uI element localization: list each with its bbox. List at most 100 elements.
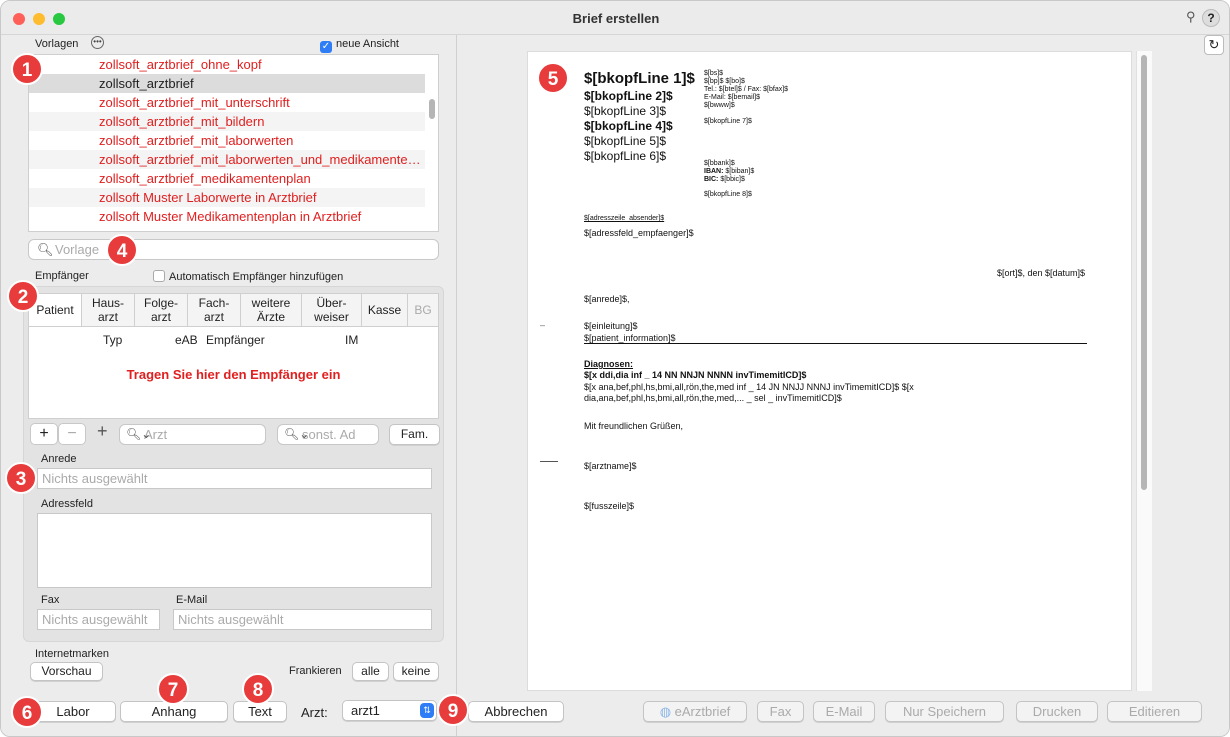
- email-button[interactable]: E-Mail: [813, 701, 875, 722]
- preview-text: $[arztname]$: [584, 461, 637, 471]
- anrede-field[interactable]: Nichts ausgewählt: [37, 468, 432, 489]
- fax-button[interactable]: Fax: [757, 701, 804, 722]
- annotation-badge: 6: [11, 696, 43, 728]
- help-button[interactable]: ?: [1202, 9, 1220, 27]
- preview-text: $[adresszeile_absender]$: [584, 215, 665, 222]
- preview-text: $[bkopfLine 3]$: [584, 104, 667, 118]
- tab-weitere-aerzte[interactable]: weitere Ärzte: [241, 294, 302, 326]
- anrede-label: Anrede: [41, 453, 77, 465]
- preview-text: $[bkopfLine 5]$: [584, 134, 667, 148]
- preview-text: $[bwww]$: [704, 102, 735, 109]
- preview-text: E-Mail: $[bemail]$: [704, 94, 761, 101]
- column-header[interactable]: eAB: [175, 333, 198, 347]
- tab-facharzt[interactable]: Fach- arzt: [188, 294, 241, 326]
- earztbrief-button[interactable]: ◍ eArztbrief: [643, 701, 747, 722]
- annotation-badge: 2: [7, 280, 39, 312]
- other-search-placeholder: sonst. Ad: [302, 427, 356, 442]
- preview-text: $[einleitung]$: [584, 321, 638, 331]
- doctor-search-input[interactable]: 🔍︎⌄ Arzt: [119, 424, 266, 445]
- email-field[interactable]: Nichts ausgewählt: [173, 609, 432, 630]
- new-view-checkbox[interactable]: ✓ neue Ansicht: [320, 38, 399, 53]
- preview-button[interactable]: Vorschau: [30, 662, 103, 681]
- other-address-search-input[interactable]: 🔍︎⌄ sonst. Ad: [277, 424, 379, 445]
- tab-bg[interactable]: BG: [408, 294, 438, 326]
- preview-text: $[patient_information]$: [584, 333, 1087, 344]
- plus-icon[interactable]: +: [97, 421, 108, 442]
- preview-text: $[bbank]$: [704, 160, 735, 167]
- list-item[interactable]: zollsoft_arztbrief_mit_bildern: [29, 112, 425, 131]
- select-all-button[interactable]: alle: [352, 662, 389, 681]
- list-item[interactable]: zollsoft_arztbrief_mit_laborwerten_und_m…: [29, 150, 425, 169]
- search-dropdown-icon: 🔍︎⌄: [126, 427, 152, 441]
- tab-ueberweiser[interactable]: Über- weiser: [302, 294, 362, 326]
- recipients-label: Empfänger: [35, 270, 89, 282]
- preview-text: $[bs]$: [704, 70, 724, 77]
- doctor-label: Arzt:: [301, 705, 328, 720]
- tab-folgearzt[interactable]: Folge- arzt: [135, 294, 188, 326]
- more-options-icon[interactable]: •••: [91, 36, 104, 49]
- template-list[interactable]: zollsoft_arztbrief_ohne_kopf zollsoft_ar…: [28, 54, 439, 232]
- preview-text: Mit freundlichen Grüßen,: [584, 421, 684, 431]
- tab-kasse[interactable]: Kasse: [362, 294, 408, 326]
- preview-text: $[x ddi,dia inf _ 14 NN NNJN NNNN invTim…: [584, 370, 807, 380]
- recipient-hint: Tragen Sie hier den Empfänger ein: [126, 367, 341, 382]
- list-item[interactable]: zollsoft_arztbrief_ohne_kopf: [29, 55, 425, 74]
- preview-text: $[bkopfLine 1]$: [584, 70, 695, 87]
- preview-text: $[biban]$: [725, 168, 755, 175]
- recipient-tabs: Patient Haus- arzt Folge- arzt Fach- arz…: [28, 293, 439, 327]
- list-item[interactable]: zollsoft_arztbrief_mit_laborwerten: [29, 131, 425, 150]
- remove-recipient-button[interactable]: −: [58, 423, 86, 445]
- column-header[interactable]: Empfänger: [206, 333, 265, 347]
- preview-text: $[anrede]$,: [584, 294, 630, 304]
- preview-text: $[ort]$, den $[datum]$: [996, 268, 1085, 278]
- preview-text: $[bkopfLine 6]$: [584, 149, 667, 163]
- list-item[interactable]: zollsoft_arztbrief_mit_unterschrift: [29, 93, 425, 112]
- column-header[interactable]: IM: [345, 333, 358, 347]
- new-view-label: neue Ansicht: [336, 38, 399, 50]
- annotation-badge: 1: [11, 53, 43, 85]
- pin-icon[interactable]: ⚲: [1186, 9, 1196, 25]
- preview-text: $[bkopfLine 2]$: [584, 89, 673, 103]
- preview-text: $[adressfeld_empfaenger]$: [584, 228, 694, 238]
- add-recipient-button[interactable]: +: [30, 423, 58, 445]
- window: Brief erstellen ⚲ ? Vorlagen ••• ✓ neue A…: [0, 0, 1230, 737]
- annotation-badge: 3: [5, 462, 37, 494]
- auto-add-checkbox[interactable]: Automatisch Empfänger hinzufügen: [153, 270, 343, 283]
- template-search-input[interactable]: 🔍︎ Vorlage: [28, 239, 439, 260]
- list-scrollbar[interactable]: [429, 99, 435, 119]
- list-item[interactable]: zollsoft_arztbrief_medikamentenplan: [29, 169, 425, 188]
- letter-preview: $[bkopfLine 1]$ $[bkopfLine 2]$ $[bkopfL…: [527, 51, 1132, 691]
- margin-mark: –: [540, 320, 546, 330]
- preview-text: $[fusszeile]$: [584, 501, 635, 511]
- list-item[interactable]: zollsoft Muster Laborwerte in Arztbrief: [29, 188, 425, 207]
- fax-field[interactable]: Nichts ausgewählt: [37, 609, 160, 630]
- right-panel: ↻ $[bkopfLine 1]$ $[bkopfLine 2]$ $[bkop…: [457, 35, 1229, 736]
- select-none-button[interactable]: keine: [393, 662, 439, 681]
- list-item[interactable]: zollsoft Muster Medikamentenplan in Arzt…: [29, 207, 425, 226]
- edit-button[interactable]: Editieren: [1107, 701, 1202, 722]
- cancel-button[interactable]: Abbrechen: [468, 701, 564, 722]
- tab-hausarzt[interactable]: Haus- arzt: [82, 294, 135, 326]
- column-header[interactable]: Typ: [103, 333, 122, 347]
- scroll-thumb[interactable]: [1141, 55, 1147, 490]
- refresh-icon[interactable]: ↻: [1204, 35, 1224, 55]
- list-item[interactable]: zollsoft_arztbrief: [29, 74, 425, 93]
- doctor-select[interactable]: arzt1 ⇅: [342, 700, 437, 721]
- checkbox-checked-icon: ✓: [320, 41, 332, 53]
- templates-label: Vorlagen: [35, 38, 79, 50]
- preview-text: Tel.: $[btel]$ / Fax: $[bfax]$: [704, 86, 789, 93]
- print-button[interactable]: Drucken: [1016, 701, 1098, 722]
- address-textarea[interactable]: [37, 513, 432, 588]
- preview-scrollbar[interactable]: [1136, 51, 1152, 691]
- title-bar: Brief erstellen ⚲ ?: [1, 1, 1229, 35]
- email-label: E-Mail: [176, 594, 208, 606]
- frankieren-label: Frankieren: [289, 665, 342, 677]
- save-only-button[interactable]: Nur Speichern: [885, 701, 1004, 722]
- recipient-table[interactable]: Typ eAB Empfänger IM Tragen Sie hier den…: [28, 327, 439, 419]
- family-button[interactable]: Fam.: [389, 424, 440, 445]
- preview-text: Diagnosen:: [584, 359, 634, 369]
- auto-add-label: Automatisch Empfänger hinzufügen: [169, 271, 344, 283]
- preview-text: $[bkopfLine 4]$: [584, 119, 673, 133]
- select-arrows-icon: ⇅: [420, 703, 434, 718]
- annotation-badge: 7: [157, 673, 189, 705]
